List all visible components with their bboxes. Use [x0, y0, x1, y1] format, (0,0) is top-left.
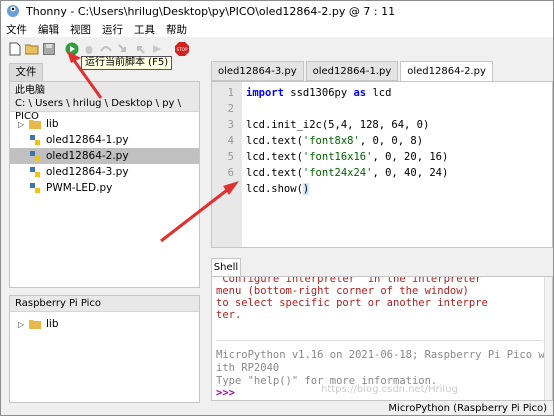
svg-text:STOP: STOP [176, 47, 188, 52]
debug-button[interactable] [81, 41, 97, 57]
line-number: 6 [227, 167, 234, 179]
resume-icon [153, 44, 161, 53]
expand-icon[interactable]: ▷ [18, 120, 26, 129]
line-number: 7 [227, 183, 234, 195]
files-panel: 此电脑 C: \ Users \ hrilug \ Desktop \ py \… [9, 81, 200, 288]
python-file-icon [30, 183, 40, 193]
open-icon [25, 44, 39, 54]
new-file-button[interactable] [7, 41, 23, 57]
tab-shell[interactable]: Shell [211, 258, 241, 276]
line-number: 3 [227, 119, 234, 131]
debug-icon [85, 45, 93, 54]
menu-bar: 文件 编辑 视图 运行 工具 帮助 [1, 21, 553, 37]
run-icon [65, 42, 79, 55]
list-item-label: oled12864-2.py [46, 150, 129, 162]
step-over-icon [100, 45, 112, 52]
menu-file[interactable]: 文件 [6, 22, 27, 37]
python-file-icon [30, 167, 40, 177]
code-line: lcd.text('font8x8', 0, 0, 8) [246, 135, 424, 147]
shell-line: to select specific port or another inter… [216, 297, 488, 309]
thonny-window: Thonny - C:\Users\hrilug\Desktop\py\PICO… [0, 0, 554, 416]
expand-icon[interactable]: ▷ [18, 320, 26, 329]
python-file-icon [30, 151, 40, 161]
run-button[interactable] [64, 41, 80, 57]
python-file-icon [30, 135, 40, 145]
shell-separator [216, 340, 542, 341]
computer-title: 此电脑 [15, 85, 45, 96]
menu-view[interactable]: 视图 [70, 22, 91, 37]
list-item-pwm-led[interactable]: PWM-LED.py [10, 180, 199, 196]
device-panel: Raspberry Pi Pico ▷ lib [9, 295, 200, 403]
step-out-icon [137, 45, 145, 54]
menu-run[interactable]: 运行 [102, 22, 123, 37]
step-into-icon [118, 43, 126, 52]
shell-line: Configure interpreter in the interpreter [216, 276, 482, 285]
shell-line: menu (bottom-right corner of the window) [216, 285, 469, 297]
code-line: lcd.text('font16x16', 0, 20, 16) [246, 151, 449, 163]
line-number: 5 [227, 151, 234, 163]
shell-line: MicroPython v1.16 on 2021-06-18; Raspber… [216, 349, 545, 361]
device-title: Raspberry Pi Pico [10, 296, 199, 312]
list-item-label: lib [46, 318, 59, 330]
folder-icon [29, 120, 41, 129]
line-number: 2 [227, 103, 234, 115]
folder-icon [29, 320, 41, 329]
line-number: 1 [227, 87, 234, 99]
code-line: lcd.show() [246, 183, 310, 195]
list-item-oled12864-1[interactable]: oled12864-1.py [10, 132, 199, 148]
code-editor[interactable]: 1 2 3 4 5 6 7 import ssd1306py as lcd lc… [211, 81, 553, 248]
shell-scrollbar[interactable] [544, 277, 552, 400]
computer-section: 此电脑 C: \ Users \ hrilug \ Desktop \ py \… [10, 82, 199, 122]
new-icon [9, 42, 21, 55]
step-out-button[interactable] [132, 41, 148, 57]
interpreter-status[interactable]: MicroPython (Raspberry Pi Pico) [388, 403, 547, 414]
list-item-oled12864-3[interactable]: oled12864-3.py [10, 164, 199, 180]
run-tooltip: 运行当前脚本 (F5) [81, 56, 173, 70]
window-title: Thonny - C:\Users\hrilug\Desktop\py\PICO… [26, 4, 396, 18]
watermark: https://blog.csdn.net/Hrilug [321, 384, 458, 395]
title-bar: Thonny - C:\Users\hrilug\Desktop\py\PICO… [1, 1, 553, 21]
step-into-button[interactable] [115, 41, 131, 57]
menu-edit[interactable]: 编辑 [38, 22, 59, 37]
line-number-gutter: 1 2 3 4 5 6 7 [212, 82, 242, 247]
list-item-label: PWM-LED.py [46, 182, 113, 194]
shell-console[interactable]: Configure interpreter in the interpreter… [211, 276, 553, 401]
list-item-device-lib[interactable]: ▷ lib [10, 316, 199, 332]
menu-help[interactable]: 帮助 [166, 22, 187, 37]
list-item-label: oled12864-3.py [46, 166, 129, 178]
thonny-app-icon [7, 5, 19, 17]
tab-oled12864-2[interactable]: oled12864-2.py [400, 61, 493, 81]
stop-button[interactable]: STOP [174, 41, 190, 57]
shell-prompt[interactable]: >>> [216, 387, 235, 399]
step-over-button[interactable] [98, 41, 114, 57]
list-item-label: oled12864-1.py [46, 134, 129, 146]
list-item-label: lib [46, 118, 59, 130]
list-item-oled12864-2[interactable]: oled12864-2.py [10, 148, 199, 164]
shell-line: ith RP2040 [216, 362, 280, 374]
shell-line: ter. [216, 309, 242, 321]
resume-button[interactable] [149, 41, 165, 57]
tab-oled12864-1[interactable]: oled12864-1.py [305, 61, 399, 81]
line-number: 4 [227, 135, 234, 147]
tab-oled12864-3[interactable]: oled12864-3.py [211, 61, 304, 81]
code-line: import ssd1306py as lcd [246, 87, 392, 99]
stop-icon: STOP [175, 41, 189, 56]
save-file-button[interactable] [41, 41, 57, 57]
save-icon [43, 42, 55, 55]
menu-tools[interactable]: 工具 [134, 22, 155, 37]
open-file-button[interactable] [24, 41, 40, 57]
list-item-lib[interactable]: ▷ lib [10, 116, 199, 132]
tab-files[interactable]: 文件 [9, 63, 43, 81]
code-line: lcd.init_i2c(5,4, 128, 64, 0) [246, 119, 430, 131]
editor-tabs: oled12864-3.py oled12864-1.py oled12864-… [211, 61, 495, 81]
code-line: lcd.text('font24x24', 0, 40, 24) [246, 167, 449, 179]
